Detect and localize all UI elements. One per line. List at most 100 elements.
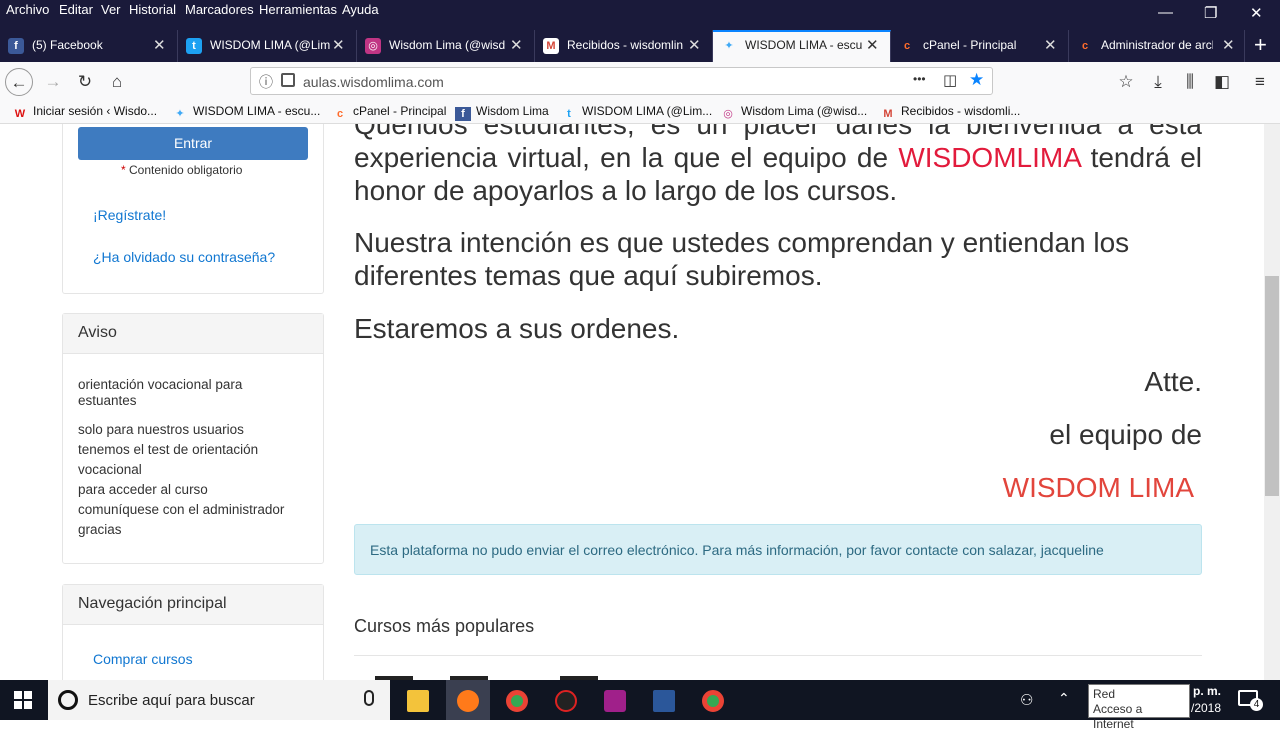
wordpress-icon: W	[14, 108, 26, 120]
menu-marcadores[interactable]: Marcadores	[185, 2, 254, 17]
close-tab-icon[interactable]: ✕	[332, 36, 345, 54]
aviso-line: vocacional	[78, 462, 142, 477]
show-hidden-icons-icon[interactable]: ⌃	[1058, 690, 1070, 707]
close-window-button[interactable]: ✕	[1250, 4, 1263, 22]
aviso-heading: Aviso	[63, 314, 323, 354]
menu-ver[interactable]: Ver	[101, 2, 121, 17]
register-link[interactable]: ¡Regístrate!	[93, 207, 166, 223]
tab-instagram[interactable]: ◎ Wisdom Lima (@wisd ✕	[357, 30, 535, 62]
buy-courses-link[interactable]: Comprar cursos	[93, 651, 193, 667]
taskbar-search-box[interactable]: Escribe aquí para buscar	[48, 680, 390, 720]
gmail-icon: M	[883, 108, 893, 120]
instagram-icon: ◎	[365, 38, 381, 54]
people-icon[interactable]: ⚇	[1020, 691, 1033, 709]
wisdom-logo-icon: ✦	[175, 108, 185, 120]
close-tab-icon[interactable]: ✕	[688, 36, 701, 54]
menu-bar: Archivo Editar Ver Historial Marcadores …	[0, 0, 1280, 30]
tab-title: cPanel - Principal	[923, 38, 1017, 52]
url-text[interactable]: aulas.wisdomlima.com	[303, 74, 444, 90]
file-explorer-icon[interactable]	[407, 690, 429, 712]
login-submit-button[interactable]: Entrar	[78, 127, 308, 160]
chrome-icon[interactable]	[702, 690, 724, 712]
minimize-window-button[interactable]: —	[1158, 4, 1173, 21]
email-alert: Esta plataforma no pudo enviar el correo…	[354, 524, 1202, 575]
pocket-icon[interactable]: ◫	[943, 71, 957, 89]
bookmark-label: cPanel - Principal	[353, 104, 447, 118]
chrome-icon[interactable]	[506, 690, 528, 712]
home-button[interactable]: ⌂	[103, 68, 131, 96]
bookmark-label: Wisdom Lima (@wisd...	[741, 104, 868, 118]
intention-paragraph: Nuestra intención es que ustedes compren…	[354, 227, 1130, 291]
welcome-paragraph: Queridos estudiantes, es un placer darle…	[354, 124, 1202, 207]
tab-title: Recibidos - wisdomlin	[567, 38, 684, 52]
clock-date[interactable]: /2018	[1191, 701, 1221, 715]
page-actions-icon[interactable]: •••	[913, 72, 926, 86]
tab-file-manager[interactable]: c Administrador de arch ✕	[1069, 30, 1245, 62]
facebook-icon: f	[8, 38, 24, 54]
bookmark-item[interactable]: M Recibidos - wisdomli...	[880, 104, 1020, 121]
aviso-body: solo para nuestros usuarios tenemos el t…	[78, 420, 318, 540]
bookmark-item[interactable]: ◎ Wisdom Lima (@wisd...	[720, 104, 867, 121]
tab-title: Wisdom Lima (@wisd	[389, 38, 506, 52]
bookmark-item[interactable]: f Wisdom Lima	[455, 104, 549, 121]
download-icon[interactable]: ⤓	[1144, 68, 1172, 96]
word-icon[interactable]	[653, 690, 675, 712]
close-tab-icon[interactable]: ✕	[1222, 36, 1235, 54]
bookmark-item[interactable]: ✦ WISDOM LIMA - escu...	[172, 104, 320, 121]
tab-facebook[interactable]: f (5) Facebook ✕	[0, 30, 178, 62]
reader-view-icon[interactable]: ☆	[1112, 68, 1140, 96]
bookmark-star-icon[interactable]: ★	[969, 70, 984, 90]
tab-strip: f (5) Facebook ✕ t WISDOM LIMA (@Lim ✕ ◎…	[0, 30, 1280, 62]
microphone-icon[interactable]	[364, 690, 374, 706]
tab-gmail[interactable]: M Recibidos - wisdomlin ✕	[535, 30, 713, 62]
wisdom-logo-icon: ✦	[724, 40, 734, 52]
close-tab-icon[interactable]: ✕	[153, 36, 166, 54]
sidebar-icon[interactable]: ◧	[1208, 68, 1236, 96]
forgot-password-link[interactable]: ¿Ha olvidado su contraseña?	[93, 249, 275, 265]
bookmark-item[interactable]: t WISDOM LIMA (@Lim...	[561, 104, 712, 121]
menu-archivo[interactable]: Archivo	[6, 2, 49, 17]
menu-ayuda[interactable]: Ayuda	[342, 2, 379, 17]
twitter-icon: t	[186, 38, 202, 54]
aviso-line: gracias	[78, 522, 122, 537]
menu-herramientas[interactable]: Herramientas	[259, 2, 337, 17]
address-bar[interactable]: ⓘ aulas.wisdomlima.com ••• ◫ ★	[250, 67, 993, 95]
tab-title: (5) Facebook	[32, 38, 103, 52]
library-icon[interactable]: ⫼	[1176, 68, 1204, 96]
bookmark-item[interactable]: W Iniciar sesión ‹ Wisdo...	[12, 104, 157, 121]
close-tab-icon[interactable]: ✕	[510, 36, 523, 54]
menu-historial[interactable]: Historial	[129, 2, 176, 17]
menu-editar[interactable]: Editar	[59, 2, 93, 17]
back-button[interactable]: ←	[5, 68, 33, 96]
new-tab-button[interactable]: +	[1254, 32, 1267, 58]
bookmark-label: WISDOM LIMA (@Lim...	[582, 104, 713, 118]
bookmark-item[interactable]: c cPanel - Principal	[332, 104, 446, 121]
required-label: Contenido obligatorio	[129, 163, 243, 177]
info-icon[interactable]: ⓘ	[259, 72, 273, 92]
close-tab-icon[interactable]: ✕	[866, 36, 879, 54]
instagram-app-icon[interactable]	[604, 690, 626, 712]
closing-paragraph: Estaremos a sus ordenes.	[354, 313, 680, 344]
reload-button[interactable]: ↻	[71, 68, 99, 96]
scrollbar-thumb[interactable]	[1265, 276, 1279, 496]
app-icon[interactable]	[555, 690, 577, 712]
tooltip-status: Acceso a Internet	[1093, 702, 1143, 731]
clock-time[interactable]: p. m.	[1193, 684, 1221, 698]
forward-button[interactable]: →	[39, 68, 67, 96]
hamburger-menu-icon[interactable]: ≡	[1246, 68, 1274, 96]
gmail-icon: M	[543, 38, 559, 54]
tab-cpanel[interactable]: c cPanel - Principal ✕	[891, 30, 1069, 62]
bookmark-label: Iniciar sesión ‹ Wisdo...	[33, 104, 158, 118]
tab-title: WISDOM LIMA (@Lim	[210, 38, 330, 52]
tab-wisdom-lima[interactable]: ✦ WISDOM LIMA - escu ✕	[713, 30, 891, 62]
aviso-line: comuníquese con el administrador	[78, 502, 285, 517]
windows-start-icon[interactable]	[14, 691, 32, 709]
close-tab-icon[interactable]: ✕	[1044, 36, 1057, 54]
insecure-lock-icon[interactable]	[281, 73, 295, 87]
cpanel-icon: c	[903, 40, 911, 52]
restore-window-button[interactable]: ❐	[1204, 4, 1217, 22]
tab-title: Administrador de arch	[1101, 38, 1213, 52]
firefox-icon[interactable]	[457, 690, 479, 712]
cpanel-icon: c	[336, 108, 344, 120]
tab-twitter[interactable]: t WISDOM LIMA (@Lim ✕	[178, 30, 357, 62]
